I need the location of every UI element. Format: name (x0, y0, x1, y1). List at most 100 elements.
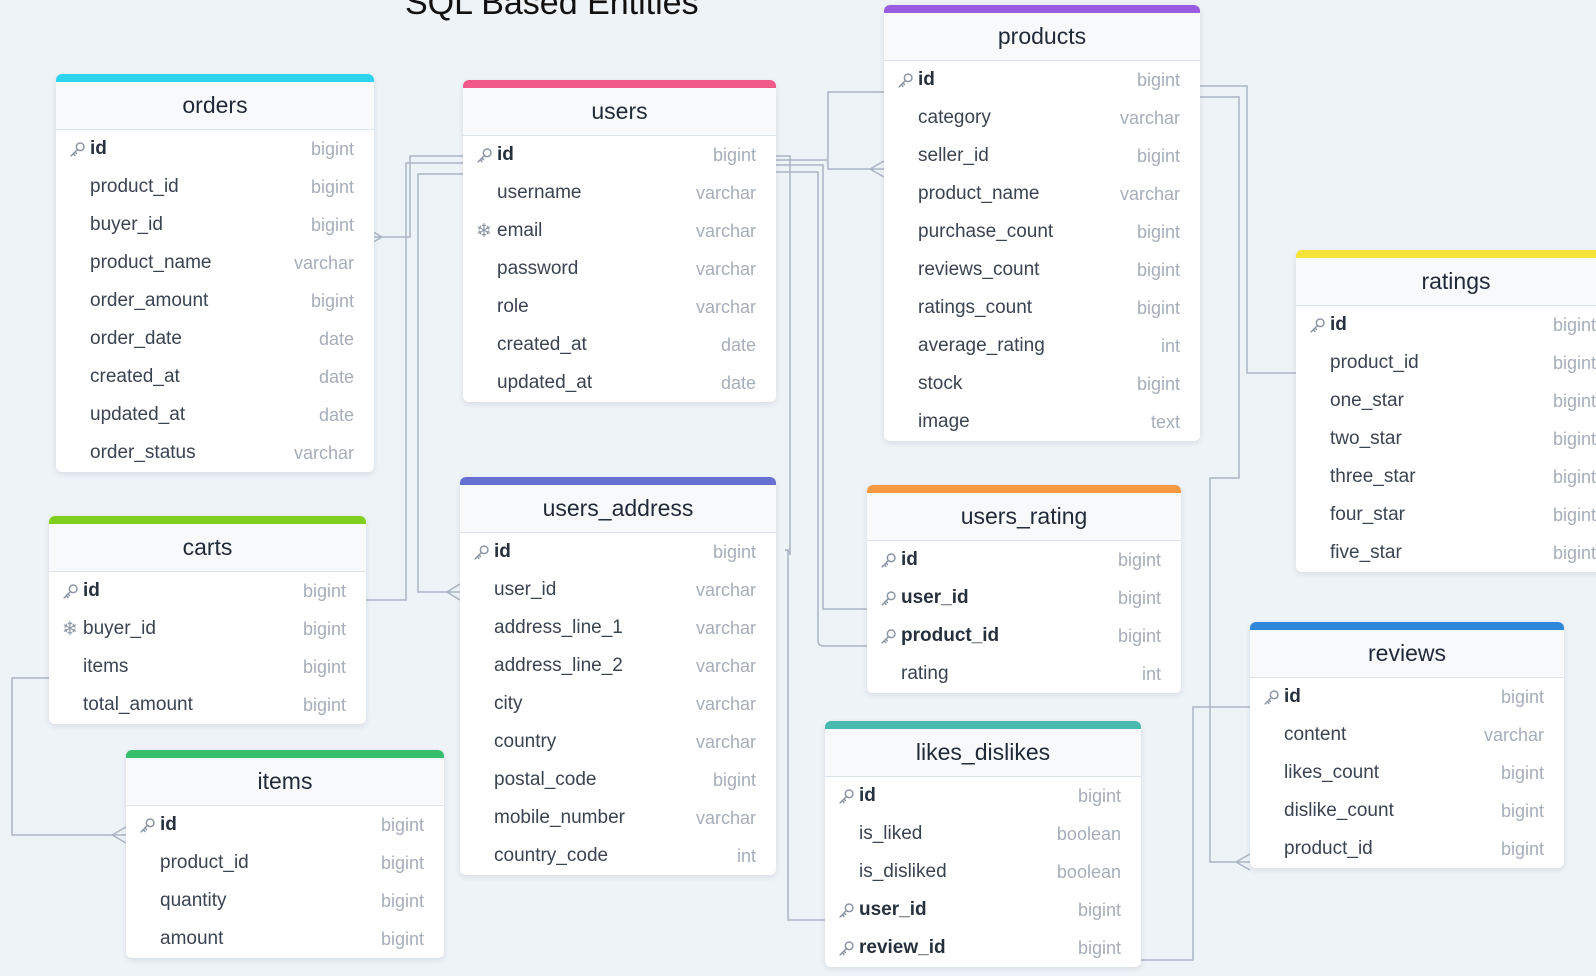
table-carts[interactable]: carts id bigint ❄ buyer_id bigint items bigint t… (49, 516, 366, 724)
table-orders[interactable]: orders id bigint product_id bigint buyer_id bi… (56, 74, 374, 472)
column-row[interactable]: mobile_number varchar (460, 799, 776, 837)
table-products[interactable]: products id bigint category varchar seller_id… (884, 5, 1200, 441)
column-row[interactable]: product_id bigint (867, 617, 1181, 655)
column-name: city (494, 693, 523, 714)
column-row[interactable]: created_at date (56, 358, 374, 396)
table-header[interactable]: ratings (1296, 250, 1596, 306)
column-row[interactable]: id bigint (126, 806, 444, 844)
table-header[interactable]: users_address (460, 477, 776, 533)
column-row[interactable]: product_id bigint (1296, 344, 1596, 382)
column-type: text (1150, 411, 1180, 432)
column-row[interactable]: id bigint (49, 572, 366, 610)
column-row[interactable]: amount bigint (126, 920, 444, 958)
column-row[interactable]: updated_at date (56, 396, 374, 434)
column-type: bigint (1500, 838, 1544, 859)
column-row[interactable]: ❄ email varchar (463, 212, 776, 250)
column-row[interactable]: review_id bigint (825, 929, 1141, 967)
column-row[interactable]: ❄ buyer_id bigint (49, 610, 366, 648)
table-reviews[interactable]: reviews id bigint content varchar likes_count… (1250, 622, 1564, 868)
column-row[interactable]: image text (884, 403, 1200, 441)
column-row[interactable]: country_code int (460, 837, 776, 875)
column-row[interactable]: product_name varchar (56, 244, 374, 282)
column-name: address_line_2 (494, 655, 623, 676)
column-row[interactable]: country varchar (460, 723, 776, 761)
column-row[interactable]: stock bigint (884, 365, 1200, 403)
key-icon (877, 628, 899, 645)
column-row[interactable]: content varchar (1250, 716, 1564, 754)
column-row[interactable]: address_line_1 varchar (460, 609, 776, 647)
column-row[interactable]: order_date date (56, 320, 374, 358)
column-row[interactable]: product_id bigint (1250, 830, 1564, 868)
column-row[interactable]: city varchar (460, 685, 776, 723)
column-row[interactable]: id bigint (463, 136, 776, 174)
table-likes-dislikes[interactable]: likes_dislikes id bigint is_liked boolean is_… (825, 721, 1141, 967)
snowflake-icon: ❄ (476, 220, 492, 242)
column-row[interactable]: updated_at date (463, 364, 776, 402)
column-row[interactable]: quantity bigint (126, 882, 444, 920)
column-row[interactable]: four_star bigint (1296, 496, 1596, 534)
column-row[interactable]: is_liked boolean (825, 815, 1141, 853)
column-row[interactable]: id bigint (867, 541, 1181, 579)
column-row[interactable]: password varchar (463, 250, 776, 288)
table-ratings[interactable]: ratings id bigint product_id bigint one_star b… (1296, 250, 1596, 572)
table-header[interactable]: likes_dislikes (825, 721, 1141, 777)
column-type: bigint (1552, 352, 1596, 373)
column-row[interactable]: username varchar (463, 174, 776, 212)
column-type: boolean (1056, 823, 1121, 844)
key-icon (1260, 689, 1282, 706)
table-header[interactable]: users (463, 80, 776, 136)
column-row[interactable]: order_status varchar (56, 434, 374, 472)
table-header[interactable]: items (126, 750, 444, 806)
column-row[interactable]: total_amount bigint (49, 686, 366, 724)
column-row[interactable]: items bigint (49, 648, 366, 686)
column-row[interactable]: buyer_id bigint (56, 206, 374, 244)
key-icon (59, 583, 81, 600)
column-row[interactable]: rating int (867, 655, 1181, 693)
column-row[interactable]: postal_code bigint (460, 761, 776, 799)
column-row[interactable]: address_line_2 varchar (460, 647, 776, 685)
column-type: varchar (695, 182, 756, 203)
column-row[interactable]: average_rating int (884, 327, 1200, 365)
column-row[interactable]: id bigint (1296, 306, 1596, 344)
column-row[interactable]: product_id bigint (126, 844, 444, 882)
column-row[interactable]: id bigint (884, 61, 1200, 99)
table-header[interactable]: reviews (1250, 622, 1564, 678)
column-row[interactable]: purchase_count bigint (884, 213, 1200, 251)
column-row[interactable]: one_star bigint (1296, 382, 1596, 420)
column-row[interactable]: product_name varchar (884, 175, 1200, 213)
column-row[interactable]: id bigint (460, 533, 776, 571)
column-name: quantity (160, 890, 227, 911)
column-row[interactable]: reviews_count bigint (884, 251, 1200, 289)
column-row[interactable]: three_star bigint (1296, 458, 1596, 496)
column-row[interactable]: seller_id bigint (884, 137, 1200, 175)
column-row[interactable]: likes_count bigint (1250, 754, 1564, 792)
column-type: bigint (302, 580, 346, 601)
column-row[interactable]: id bigint (825, 777, 1141, 815)
column-row[interactable]: product_id bigint (56, 168, 374, 206)
column-row[interactable]: user_id varchar (460, 571, 776, 609)
column-row[interactable]: is_disliked boolean (825, 853, 1141, 891)
column-row[interactable]: id bigint (56, 130, 374, 168)
table-header[interactable]: orders (56, 74, 374, 130)
table-header[interactable]: users_rating (867, 485, 1181, 541)
column-row[interactable]: category varchar (884, 99, 1200, 137)
column-row[interactable]: dislike_count bigint (1250, 792, 1564, 830)
column-row[interactable]: user_id bigint (867, 579, 1181, 617)
table-items[interactable]: items id bigint product_id bigint quantity big… (126, 750, 444, 958)
column-row[interactable]: id bigint (1250, 678, 1564, 716)
table-header[interactable]: products (884, 5, 1200, 61)
column-name: created_at (497, 334, 587, 355)
column-row[interactable]: user_id bigint (825, 891, 1141, 929)
column-row[interactable]: order_amount bigint (56, 282, 374, 320)
column-row[interactable]: five_star bigint (1296, 534, 1596, 572)
column-row[interactable]: role varchar (463, 288, 776, 326)
table-users-rating[interactable]: users_rating id bigint user_id bigint product… (867, 485, 1181, 693)
column-row[interactable]: created_at date (463, 326, 776, 364)
column-type: varchar (293, 442, 354, 463)
table-users[interactable]: users id bigint username varchar ❄ email varcha… (463, 80, 776, 402)
column-row[interactable]: two_star bigint (1296, 420, 1596, 458)
table-users-address[interactable]: users_address id bigint user_id varchar addre… (460, 477, 776, 875)
column-type: bigint (712, 541, 756, 562)
table-header[interactable]: carts (49, 516, 366, 572)
column-row[interactable]: ratings_count bigint (884, 289, 1200, 327)
